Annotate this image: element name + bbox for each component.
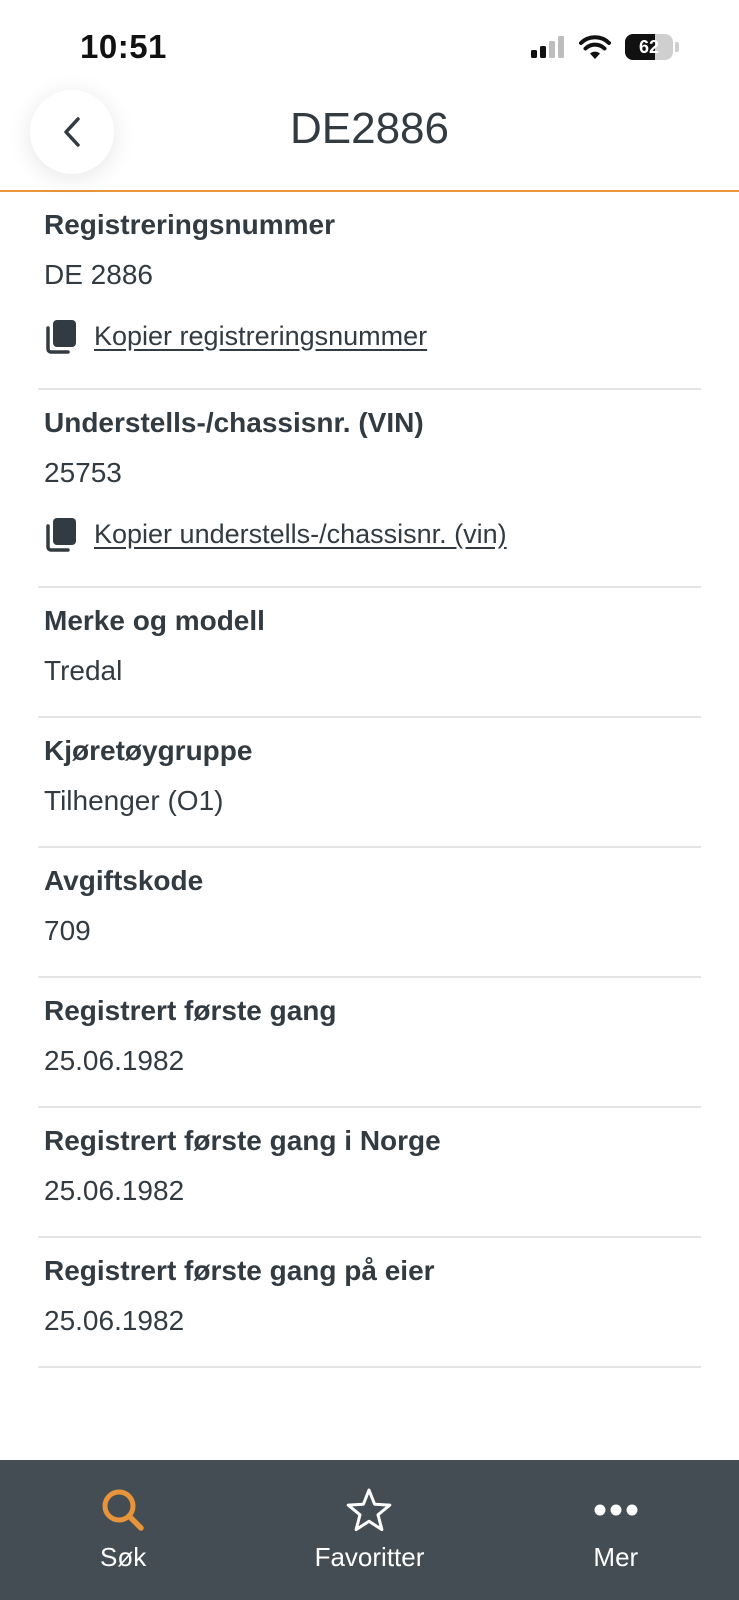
tab-sok[interactable]: Søk: [0, 1460, 246, 1600]
status-time: 10:51: [80, 28, 167, 65]
field-value: 25.06.1982: [44, 1305, 185, 1336]
field-registrert-forste-gang: Registrert første gang 25.06.1982: [38, 978, 701, 1108]
copy-icon: [46, 518, 76, 552]
copy-registration-button[interactable]: Kopier registreringsnummer: [44, 318, 695, 388]
field-label: Understells-/chassisnr. (VIN): [44, 407, 424, 438]
signal-icon: [531, 36, 564, 58]
field-registreringsnummer: Registreringsnummer DE 2886 Kopier regis…: [38, 192, 701, 390]
tab-label: Mer: [593, 1542, 639, 1572]
more-icon: [594, 1504, 638, 1516]
field-vin: Understells-/chassisnr. (VIN) 25753 Kopi…: [38, 390, 701, 588]
field-value: 25.06.1982: [44, 1175, 185, 1206]
field-value: Tilhenger (O1): [44, 785, 224, 816]
field-label: Registrert første gang på eier: [44, 1255, 435, 1286]
field-avgiftskode: Avgiftskode 709: [38, 848, 701, 978]
star-icon: [347, 1488, 392, 1532]
status-icons: 62: [531, 34, 679, 60]
field-label: Kjøretøygruppe: [44, 735, 253, 766]
copy-icon: [46, 320, 76, 354]
field-label: Avgiftskode: [44, 865, 204, 896]
tab-favoritter[interactable]: Favoritter: [246, 1460, 492, 1600]
field-value: Tredal: [44, 655, 123, 686]
field-label: Merke og modell: [44, 605, 265, 636]
field-value: 25.06.1982: [44, 1045, 185, 1076]
field-merke-og-modell: Merke og modell Tredal: [38, 588, 701, 718]
status-bar: 10:51 62: [0, 0, 739, 90]
battery-icon: 62: [625, 34, 673, 60]
tab-bar: Søk Favoritter Mer: [0, 1460, 739, 1600]
battery-level: 62: [638, 37, 660, 57]
field-value: DE 2886: [44, 259, 153, 290]
tab-mer[interactable]: Mer: [493, 1460, 739, 1600]
field-registrert-forste-gang-eier: Registrert første gang på eier 25.06.198…: [38, 1238, 701, 1368]
field-registrert-forste-gang-norge: Registrert første gang i Norge 25.06.198…: [38, 1108, 701, 1238]
field-label: Registrert første gang: [44, 995, 337, 1026]
field-value: 709: [44, 915, 91, 946]
copy-vin-link[interactable]: Kopier understells-/chassisnr. (vin): [94, 519, 507, 550]
copy-registration-link[interactable]: Kopier registreringsnummer: [94, 321, 427, 352]
tab-label: Favoritter: [314, 1542, 425, 1572]
tab-label: Søk: [100, 1542, 147, 1572]
field-value: 25753: [44, 457, 122, 488]
field-label: Registreringsnummer: [44, 209, 335, 240]
field-label: Registrert første gang i Norge: [44, 1125, 441, 1156]
field-kjoretoygruppe: Kjøretøygruppe Tilhenger (O1): [38, 718, 701, 848]
wifi-icon: [579, 35, 611, 59]
header: DE2886: [0, 90, 739, 192]
copy-vin-button[interactable]: Kopier understells-/chassisnr. (vin): [44, 516, 695, 586]
search-icon: [102, 1489, 144, 1531]
detail-list[interactable]: Registreringsnummer DE 2886 Kopier regis…: [0, 192, 739, 1460]
page-title: DE2886: [289, 104, 449, 153]
